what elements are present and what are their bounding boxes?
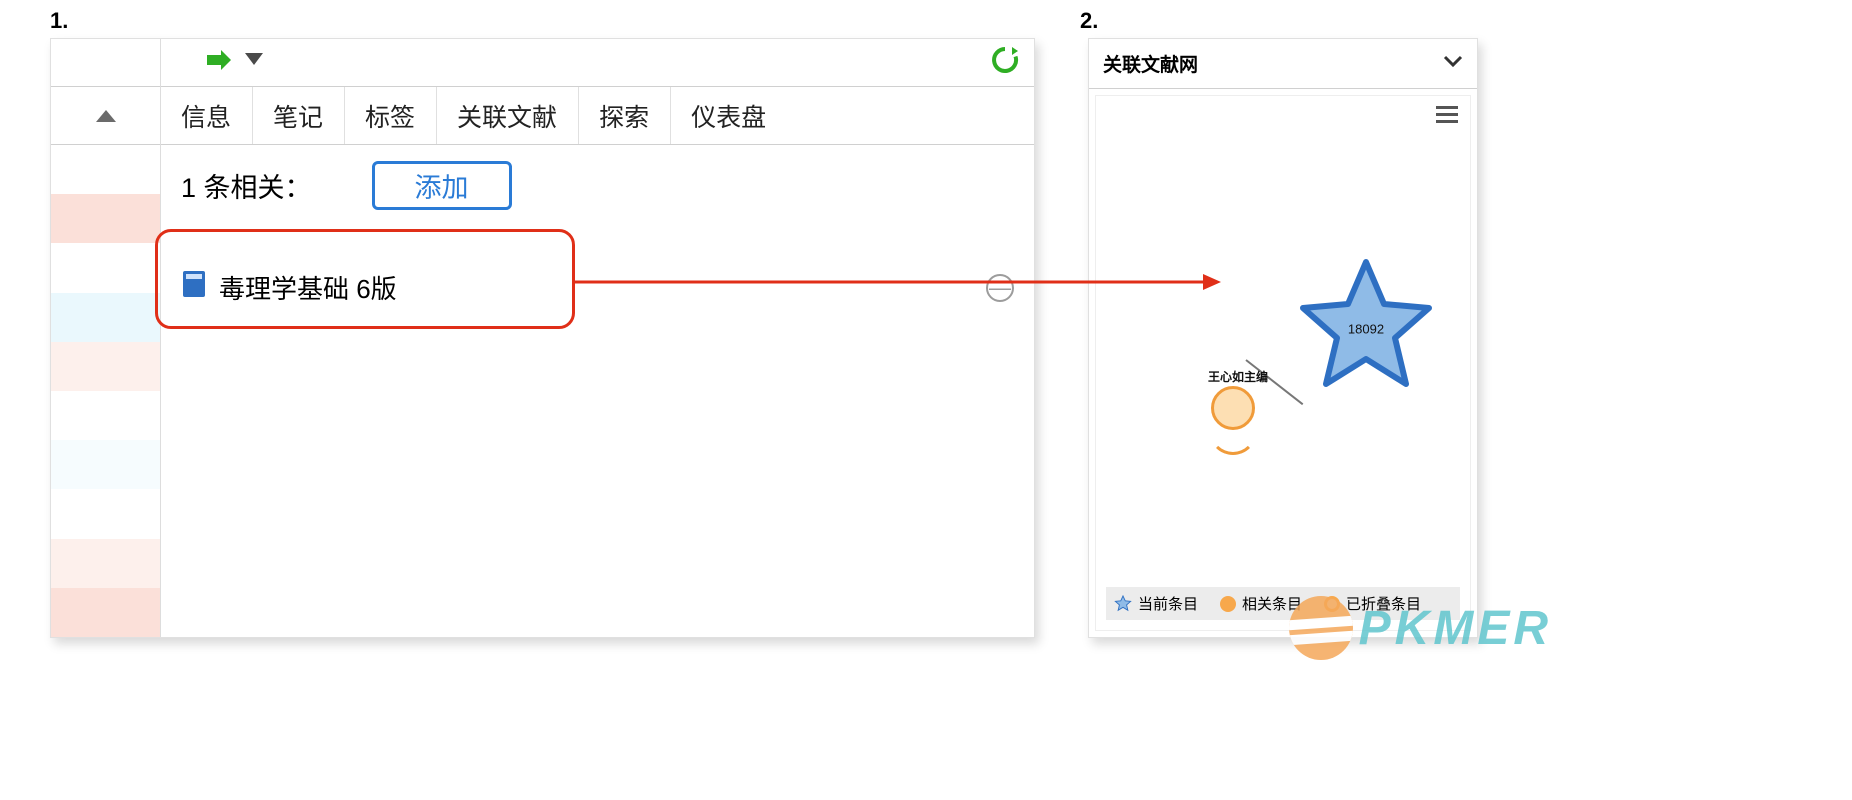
book-icon xyxy=(181,270,207,305)
literature-graph-panel: 关联文献网 18092 王心如主编 xyxy=(1088,38,1478,638)
tab-tags[interactable]: 标签 xyxy=(344,87,436,144)
graph-current-node-label: 18092 xyxy=(1348,321,1384,336)
collapse-up-icon[interactable] xyxy=(96,110,116,122)
left-row xyxy=(51,243,160,292)
legend-related: 相关条目 xyxy=(1220,593,1302,614)
left-gutter-top xyxy=(51,39,160,87)
related-literature-panel: 信息 笔记 标签 关联文献 探索 仪表盘 1 条相关： 添加 毒理学基础 6版 xyxy=(50,38,1035,638)
graph-panel-title: 关联文献网 xyxy=(1103,50,1198,77)
panel1-left-gutter xyxy=(51,39,161,637)
chevron-down-icon[interactable] xyxy=(1443,53,1463,75)
remove-related-icon[interactable] xyxy=(986,274,1014,302)
step-2-label: 2. xyxy=(1080,8,1098,34)
tab-related[interactable]: 关联文献 xyxy=(436,87,578,144)
legend-current: 当前条目 xyxy=(1114,593,1198,614)
graph-canvas[interactable]: 18092 王心如主编 当前条目 相关条目 已折叠条目 xyxy=(1095,95,1471,631)
panel1-content: 1 条相关： 添加 毒理学基础 6版 xyxy=(161,145,1034,637)
forward-icon[interactable] xyxy=(205,49,233,76)
panel1-toolbar xyxy=(161,39,1034,87)
graph-collapsed-node-arc xyxy=(1209,407,1257,455)
legend-related-text: 相关条目 xyxy=(1242,593,1302,614)
left-row xyxy=(51,539,160,588)
related-count-text: 1 条相关： xyxy=(181,166,312,205)
left-gutter-rows xyxy=(51,145,160,637)
legend-star-icon xyxy=(1114,595,1132,613)
left-row xyxy=(51,489,160,538)
tab-dashboard[interactable]: 仪表盘 xyxy=(670,87,787,144)
graph-area: 18092 王心如主编 xyxy=(1096,96,1470,630)
legend-collapsed: 已折叠条目 xyxy=(1324,593,1421,614)
related-item-row[interactable]: 毒理学基础 6版 xyxy=(181,269,1014,306)
left-row xyxy=(51,194,160,243)
tab-info[interactable]: 信息 xyxy=(161,87,252,144)
graph-related-node-label: 王心如主编 xyxy=(1208,368,1268,385)
legend-collapsed-text: 已折叠条目 xyxy=(1346,593,1421,614)
panel1-tabs: 信息 笔记 标签 关联文献 探索 仪表盘 xyxy=(161,87,1034,145)
step-1-label: 1. xyxy=(50,8,68,34)
graph-legend: 当前条目 相关条目 已折叠条目 xyxy=(1106,587,1460,620)
tab-notes[interactable]: 笔记 xyxy=(252,87,344,144)
left-gutter-header xyxy=(51,87,160,145)
left-row xyxy=(51,391,160,440)
left-row xyxy=(51,588,160,637)
left-row xyxy=(51,342,160,391)
legend-collapsed-ring-icon xyxy=(1324,596,1340,612)
related-summary-line: 1 条相关： 添加 xyxy=(181,161,1018,210)
dropdown-icon[interactable] xyxy=(245,53,263,72)
graph-panel-header: 关联文献网 xyxy=(1089,39,1477,89)
tab-explore[interactable]: 探索 xyxy=(578,87,670,144)
left-row xyxy=(51,145,160,194)
related-item-title: 毒理学基础 6版 xyxy=(219,269,397,306)
add-related-button[interactable]: 添加 xyxy=(372,161,512,210)
legend-current-text: 当前条目 xyxy=(1138,593,1198,614)
refresh-icon[interactable] xyxy=(990,45,1020,80)
legend-related-dot-icon xyxy=(1220,596,1236,612)
graph-current-node[interactable]: 18092 xyxy=(1296,256,1436,396)
left-row xyxy=(51,293,160,342)
left-row xyxy=(51,440,160,489)
